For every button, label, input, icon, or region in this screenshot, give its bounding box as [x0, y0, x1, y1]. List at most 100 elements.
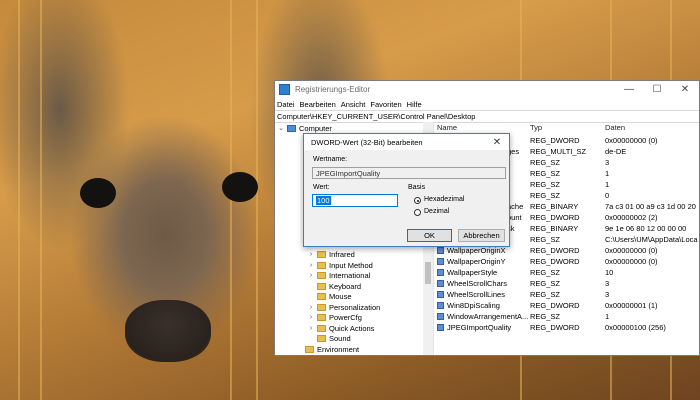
maximize-button[interactable]: ☐ [643, 84, 671, 95]
tree-item-powercfg[interactable]: › PowerCfg [307, 312, 362, 322]
row-name-text: WindowArrangementA... [447, 312, 529, 321]
row-type: REG_BINARY [530, 224, 579, 233]
row-name-text: WallpaperOriginX [447, 246, 506, 255]
row-data: 9e 1e 06 80 12 00 00 00 [605, 224, 687, 233]
row-name: ache [507, 202, 524, 211]
menu-view[interactable]: Ansicht [341, 100, 366, 109]
dialog-titlebar[interactable]: DWORD-Wert (32-Bit) bearbeiten ✕ [304, 134, 509, 150]
table-row[interactable]: JPEGImportQuality REG_DWORD 0x00000100 (… [435, 322, 699, 333]
row-data: 3 [605, 158, 610, 167]
row-type: REG_DWORD [530, 213, 580, 222]
row-type: REG_MULTI_SZ [530, 147, 587, 156]
tree-item-environment[interactable]: Environment [295, 344, 359, 354]
tree-item-label: Personalization [329, 302, 381, 312]
table-row[interactable]: WindowArrangementA... REG_SZ 1 [435, 311, 699, 322]
menu-file[interactable]: Datei [277, 100, 295, 109]
registry-editor-icon [279, 84, 290, 95]
registry-value-icon [437, 313, 444, 320]
row-type: REG_DWORD [530, 257, 580, 266]
value-name-label: Wertname: [313, 156, 348, 163]
row-name: ges [507, 147, 520, 156]
chevron-right-icon[interactable]: › [307, 262, 315, 269]
minimize-button[interactable]: — [615, 84, 643, 95]
chevron-right-icon[interactable]: › [307, 272, 315, 279]
cancel-button[interactable]: Abbrechen [458, 229, 505, 242]
grass-stalk [18, 0, 20, 400]
row-data: de-DE [605, 147, 627, 156]
value-data-label: Wert: [313, 184, 330, 191]
folder-icon [317, 324, 326, 332]
chevron-right-icon[interactable]: › [307, 325, 315, 332]
table-row[interactable]: WheelScrollChars REG_SZ 3 [435, 278, 699, 289]
row-name-text: WheelScrollChars [447, 279, 508, 288]
ok-button[interactable]: OK [407, 229, 452, 242]
registry-value-icon [437, 269, 444, 276]
tree-item-international[interactable]: › International [307, 270, 370, 280]
column-header-type[interactable]: Typ [530, 122, 542, 134]
row-type: REG_SZ [530, 235, 561, 244]
tree-scrollbar-thumb[interactable] [425, 262, 431, 284]
column-header-data[interactable]: Daten [605, 122, 625, 134]
row-data: C:\Users\UM\AppData\Loca [605, 235, 698, 244]
tree-item-infrared[interactable]: › Infrared [307, 249, 355, 259]
folder-icon [305, 345, 314, 353]
row-name: JPEGImportQuality [437, 322, 529, 333]
tree-item-label: Quick Actions [329, 323, 375, 333]
row-type: REG_DWORD [530, 136, 580, 145]
row-type: REG_SZ [530, 268, 561, 277]
menu-edit[interactable]: Bearbeiten [300, 100, 336, 109]
tree-item-label: International [329, 270, 371, 280]
chevron-right-icon[interactable]: › [307, 314, 315, 321]
tree-item-mouse[interactable]: Mouse [307, 291, 352, 301]
tree-item-sound[interactable]: Sound [307, 333, 351, 343]
grass-stalk [40, 0, 42, 400]
row-type: REG_SZ [530, 290, 561, 299]
dec-radio-label[interactable]: Dezimal [424, 208, 449, 215]
chevron-down-icon[interactable]: ⌄ [277, 124, 285, 132]
row-data: 10 [605, 268, 614, 277]
row-name: ount [507, 213, 522, 222]
table-row[interactable]: WallpaperStyle REG_SZ 10 [435, 267, 699, 278]
tree-item-label: Computer [299, 123, 332, 133]
base-label: Basis [408, 184, 426, 191]
menu-bar: Datei Bearbeiten Ansicht Favoriten Hilfe [275, 98, 699, 110]
menu-help[interactable]: Hilfe [407, 100, 422, 109]
chevron-right-icon[interactable]: › [307, 304, 315, 311]
dialog-close-button[interactable]: ✕ [485, 137, 509, 148]
deer-left-eye [80, 178, 116, 208]
tree-item-quick-actions[interactable]: › Quick Actions [307, 323, 375, 333]
tree-item-label: Sound [329, 333, 351, 343]
row-name: WheelScrollLines [437, 289, 529, 300]
table-row[interactable]: WallpaperOriginY REG_DWORD 0x00000000 (0… [435, 256, 699, 267]
row-type: REG_DWORD [530, 323, 580, 332]
dialog-title: DWORD-Wert (32-Bit) bearbeiten [311, 137, 423, 147]
row-name: WindowArrangementA... [437, 311, 529, 322]
folder-icon [317, 303, 326, 311]
tree-item-computer[interactable]: ⌄ Computer [277, 123, 332, 133]
row-type: REG_SZ [530, 191, 561, 200]
value-data-text: 100 [316, 196, 331, 205]
table-row[interactable]: WheelScrollLines REG_SZ 3 [435, 289, 699, 300]
close-button[interactable]: ✕ [671, 84, 699, 95]
row-data: 0x00000000 (0) [605, 246, 658, 255]
value-data-input[interactable]: 100 [312, 194, 398, 207]
hex-radio[interactable] [414, 197, 421, 204]
row-name-text: WallpaperStyle [447, 268, 498, 277]
tree-item-input-method[interactable]: › Input Method [307, 260, 373, 270]
dec-radio[interactable] [414, 209, 421, 216]
row-data: 1 [605, 169, 610, 178]
tree-item-label: Input Method [329, 260, 373, 270]
menu-favorites[interactable]: Favoriten [370, 100, 401, 109]
row-name: sk [507, 224, 515, 233]
tree-item-personalization[interactable]: › Personalization [307, 302, 380, 312]
row-name-text: WheelScrollLines [447, 290, 505, 299]
window-titlebar[interactable]: Registrierungs-Editor — ☐ ✕ [275, 81, 699, 98]
chevron-right-icon[interactable]: › [307, 251, 315, 258]
row-type: REG_SZ [530, 312, 561, 321]
tree-item-keyboard[interactable]: Keyboard [307, 281, 361, 291]
window-title: Registrierungs-Editor [295, 85, 371, 94]
folder-icon [317, 261, 326, 269]
row-name: WallpaperOriginY [437, 256, 529, 267]
table-row[interactable]: Win8DpiScaling REG_DWORD 0x00000001 (1) [435, 300, 699, 311]
hex-radio-label[interactable]: Hexadezimal [424, 196, 464, 203]
